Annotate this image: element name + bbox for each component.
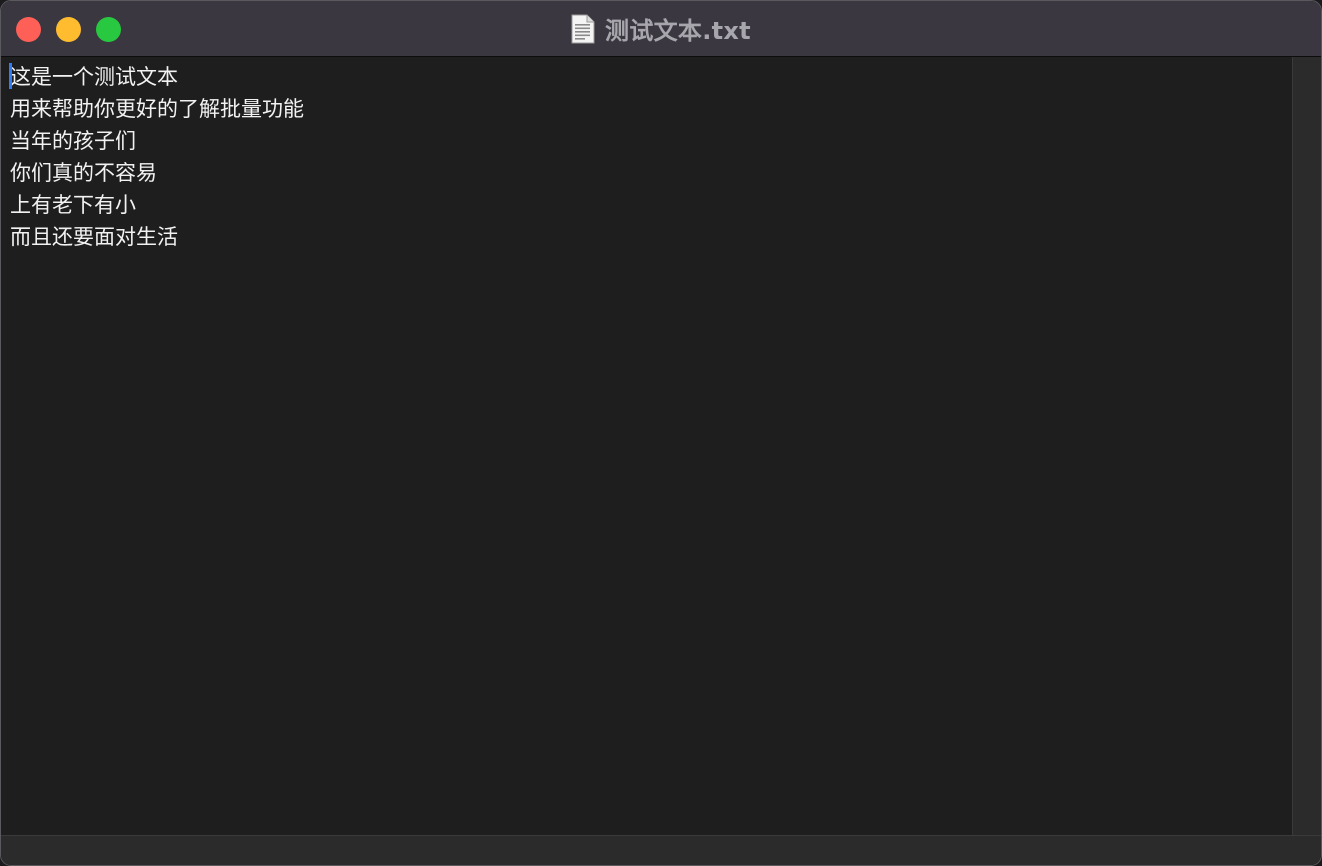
text-document-icon[interactable] xyxy=(571,14,595,44)
text-line[interactable]: 你们真的不容易 xyxy=(10,157,1292,189)
text-line[interactable]: 用来帮助你更好的了解批量功能 xyxy=(10,93,1292,125)
text-editor-window: 测试文本.txt 这是一个测试文本 用来帮助你更好的了解批量功能 当年的孩子们 … xyxy=(0,0,1322,866)
vertical-scrollbar[interactable] xyxy=(1292,57,1321,835)
close-button[interactable] xyxy=(16,17,41,42)
zoom-button[interactable] xyxy=(96,17,121,42)
title-area: 测试文本.txt xyxy=(1,1,1321,56)
text-line[interactable]: 而且还要面对生活 xyxy=(10,221,1292,253)
text-editing-area[interactable]: 这是一个测试文本 用来帮助你更好的了解批量功能 当年的孩子们 你们真的不容易 上… xyxy=(1,57,1292,835)
text-caret xyxy=(9,63,12,89)
window-title-group: 测试文本.txt xyxy=(571,11,751,46)
text-line[interactable]: 当年的孩子们 xyxy=(10,125,1292,157)
title-bar[interactable]: 测试文本.txt xyxy=(1,1,1321,57)
horizontal-scrollbar[interactable] xyxy=(1,835,1321,865)
window-title: 测试文本.txt xyxy=(605,17,751,45)
minimize-button[interactable] xyxy=(56,17,81,42)
text-line[interactable]: 这是一个测试文本 xyxy=(10,61,1292,93)
text-line[interactable]: 上有老下有小 xyxy=(10,189,1292,221)
